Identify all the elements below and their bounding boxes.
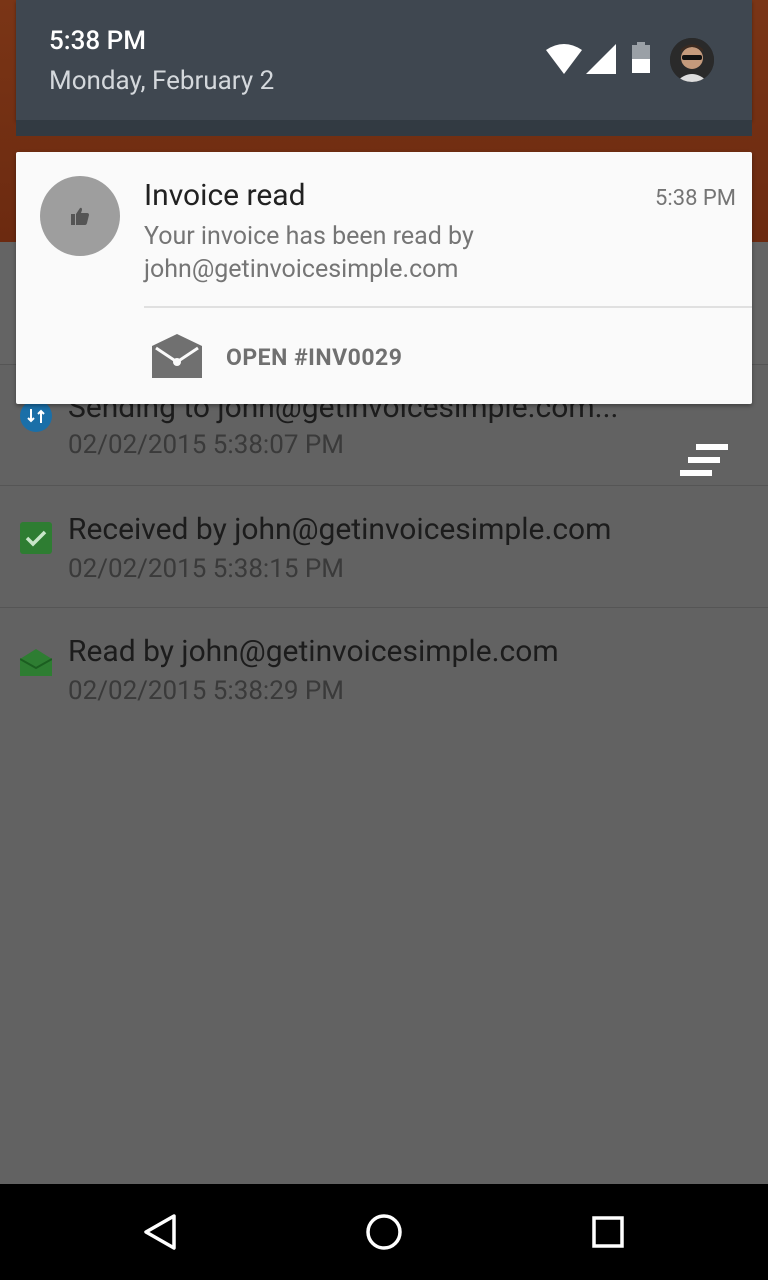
list-icon[interactable] [676,440,732,480]
user-avatar[interactable] [670,38,714,82]
history-row-received[interactable]: Received by john@getinvoicesimple.com 02… [0,486,768,607]
invoice-read-notification[interactable]: Invoice read 5:38 PM Your invoice has be… [16,152,752,404]
open-envelope-icon [20,649,52,676]
open-invoice-action-button[interactable]: OPEN #INV0029 [146,328,446,384]
notification-divider [144,306,752,308]
history-timestamp: 02/02/2015 5:38:29 PM [68,676,345,706]
notification-icon-circle [40,176,120,256]
open-envelope-icon [152,334,202,378]
notification-text: Your invoice has been read by john@getin… [144,222,474,284]
back-icon[interactable] [136,1208,184,1256]
clock: 5:38 PM [49,26,146,56]
check-icon [20,522,52,554]
battery-icon [632,42,650,73]
sync-icon [20,400,52,432]
history-timestamp: 02/02/2015 5:38:15 PM [68,554,345,584]
history-title: Read by john@getinvoicesimple.com [68,634,559,669]
recents-icon[interactable] [584,1208,632,1256]
date[interactable]: Monday, February 2 [49,66,274,96]
notification-time: 5:38 PM [655,186,736,211]
home-icon[interactable] [360,1208,408,1256]
history-row-read[interactable]: Read by john@getinvoicesimple.com 02/02/… [0,608,768,729]
thumbs-up-icon [71,207,89,225]
open-invoice-label: OPEN #INV0029 [226,344,403,371]
notification-shade-header: 5:38 PM Monday, February 2 [16,0,752,120]
wifi-icon [546,44,582,74]
navigation-bar [0,1184,768,1280]
cell-signal-icon [586,44,616,74]
history-title: Received by john@getinvoicesimple.com [68,512,612,547]
shade-header-edge [16,120,752,136]
notification-title: Invoice read [144,178,306,213]
history-timestamp: 02/02/2015 5:38:07 PM [68,430,345,460]
